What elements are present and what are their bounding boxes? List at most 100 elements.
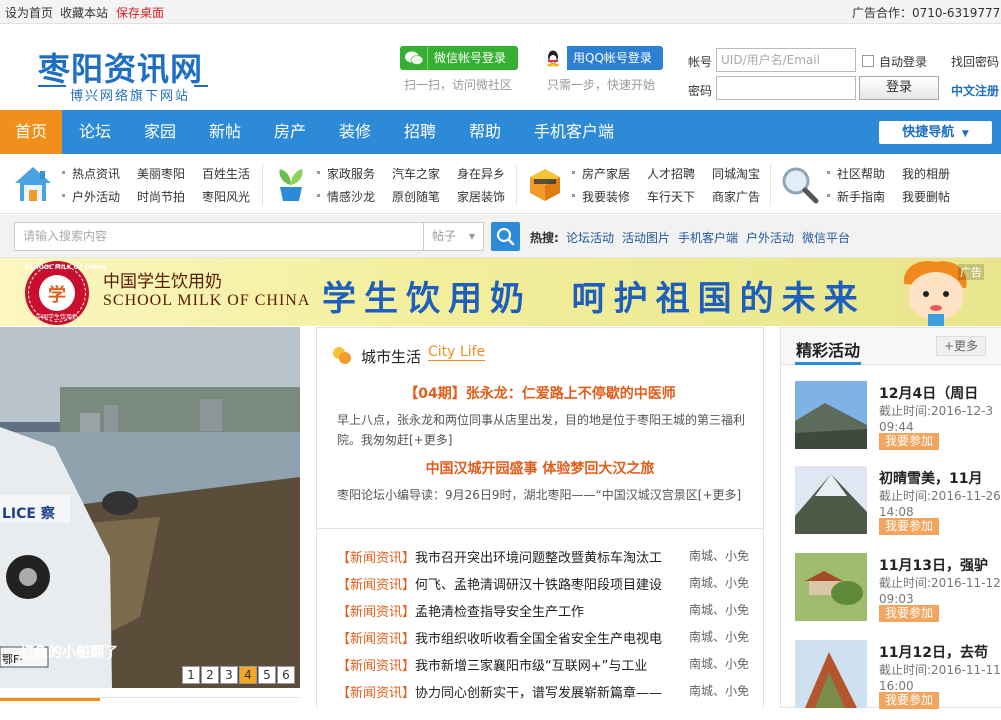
activity-thumbnail (795, 466, 867, 534)
activity-item[interactable]: 11月12日，去苟 截止时间:2016-11-11 16:00 我要参加 (795, 640, 1001, 720)
auto-login-label: 自动登录 (879, 55, 928, 69)
nav-decoration[interactable]: 装修 (339, 110, 371, 154)
news-tag: 【新闻资讯】 (337, 605, 416, 620)
sublink-recruitment[interactable]: 人才招聘 (647, 165, 695, 182)
news-row[interactable]: 【新闻资讯】我市新增三家襄阳市级“互联网+”与工业 南城、小免 (337, 655, 757, 675)
qq-login-button[interactable]: 用QQ帐号登录 (539, 46, 663, 70)
hot-link-forum-activity[interactable]: 论坛活动 (566, 229, 614, 246)
banner-cn-text: 中国学生饮用奶 (103, 272, 222, 292)
register-link[interactable]: 中文注册 (951, 82, 999, 99)
set-home-link[interactable]: 设为首页 (5, 4, 53, 21)
sublink-local-shop[interactable]: 同城淘宝 (712, 165, 760, 182)
hot-link-activity-photos[interactable]: 活动图片 (622, 229, 670, 246)
sublink-auto[interactable]: 汽车之家 (392, 165, 440, 182)
auto-login-checkbox[interactable] (862, 55, 874, 67)
search-input[interactable]: 请输入搜索内容 (14, 222, 424, 251)
password-input[interactable] (716, 76, 856, 100)
nav-home[interactable]: 首页 (0, 110, 62, 154)
quick-nav-dropdown[interactable]: 快捷导航 ▼ (879, 121, 992, 144)
news-row[interactable]: 【新闻资讯】协力同心创新实干，谱写发展崭新篇章—— 南城、小免 (337, 682, 757, 702)
hot-link-wechat-platform[interactable]: 微信平台 (802, 229, 850, 246)
join-activity-button[interactable]: 我要参加 (879, 605, 939, 622)
sublink-community-help[interactable]: 社区帮助 (837, 165, 885, 182)
nav-help[interactable]: 帮助 (469, 110, 501, 154)
sublink-housekeeping[interactable]: 家政服务 (327, 165, 375, 182)
forgot-password-link[interactable]: 找回密码 (951, 53, 999, 70)
news-title: 协力同心创新实干，谱写发展崭新篇章—— (415, 686, 663, 701)
police-text: LICE 察 (2, 506, 55, 522)
search-button[interactable] (491, 222, 520, 251)
activity-item[interactable]: 12月4日（周日 截止时间:2016-12-3 09:44 我要参加 (795, 381, 1000, 461)
slider-page-3[interactable]: 3 (220, 666, 238, 684)
sublink-hot-news[interactable]: 热点资讯 (72, 165, 120, 182)
search-scope-select[interactable]: 帖子 ▼ (424, 222, 484, 251)
activities-title-underline (795, 362, 861, 365)
wechat-login-button[interactable]: 微信帐号登录 (400, 46, 518, 70)
sublink-newbie-guide[interactable]: 新手指南 (837, 188, 885, 205)
sublink-delete-post[interactable]: 我要删帖 (902, 188, 950, 205)
nav-home-space[interactable]: 家园 (144, 110, 176, 154)
sub-nav: 热点资讯 美丽枣阳 百姓生活 户外活动 时尚节拍 枣阳风光 家政服务 汽车之家 … (0, 154, 1001, 214)
nav-mobile-client[interactable]: 手机客户端 (534, 110, 614, 154)
banner-ad[interactable]: SCHOOL MILK OF CHINA 学 中国学生饮用奶 中国学生饮用奶 S… (0, 258, 1001, 326)
nav-forum[interactable]: 论坛 (79, 110, 111, 154)
slider-page-2[interactable]: 2 (201, 666, 219, 684)
account-input[interactable]: UID/用户名/Email (716, 48, 856, 72)
nav-new-posts[interactable]: 新帖 (209, 110, 241, 154)
hot-link-outdoor[interactable]: 户外活动 (746, 229, 794, 246)
nav-real-estate[interactable]: 房产 (274, 110, 306, 154)
sublink-essays[interactable]: 原创随笔 (392, 188, 440, 205)
news-author: 南城、小免 (689, 603, 750, 617)
logo-subtitle: 博兴网络旗下网站 (66, 85, 195, 104)
wechat-hint: 扫一扫，访问微社区 (404, 78, 513, 92)
sublink-far-away[interactable]: 身在异乡 (457, 165, 505, 182)
hot-link-mobile-client[interactable]: 手机客户端 (678, 229, 738, 246)
sublink-merchant-ads[interactable]: 商家广告 (712, 188, 760, 205)
slider-page-5[interactable]: 5 (258, 666, 276, 684)
photo-slider[interactable]: LICE 察 鄂F· 打鱼的小船翻了 1 2 3 4 5 6 (0, 327, 300, 688)
city-life-headline-2[interactable]: 中国汉城开园盛事 体验梦回大汉之旅 (317, 458, 763, 478)
news-row[interactable]: 【新闻资讯】我市召开突出环境问题整改暨黄标车淘汰工 南城、小免 (337, 547, 757, 567)
slider-page-1[interactable]: 1 (182, 666, 200, 684)
news-author: 南城、小免 (689, 630, 750, 644)
sublink-emotion[interactable]: 情感沙龙 (327, 188, 375, 205)
sublink-beautiful-zaoyang[interactable]: 美丽枣阳 (137, 165, 185, 182)
slider-page-6[interactable]: 6 (277, 666, 295, 684)
news-row[interactable]: 【新闻资讯】孟艳清检查指导安全生产工作 南城、小免 (337, 601, 757, 621)
sublink-property[interactable]: 房产家居 (582, 165, 630, 182)
login-button[interactable]: 登录 (859, 76, 939, 100)
header: 枣阳资讯网 博兴网络旗下网站 微信帐号登录 扫一扫，访问微社区 用QQ帐号登录 … (0, 25, 1001, 109)
join-activity-button[interactable]: 我要参加 (879, 518, 939, 535)
activity-item[interactable]: 初晴雪美，11月 截止时间:2016-11-26 14:08 我要参加 (795, 466, 1001, 546)
city-life-title-en: City Life (428, 344, 486, 361)
panel-divider (317, 528, 763, 529)
join-activity-button[interactable]: 我要参加 (879, 433, 939, 450)
bullet-dot (317, 171, 320, 174)
city-life-headline-1[interactable]: 【04期】张永龙：仁爱路上不停歇的中医师 (317, 383, 763, 403)
sublink-home-decor[interactable]: 家居装饰 (457, 188, 505, 205)
save-desktop-link[interactable]: 保存桌面 (116, 4, 164, 21)
slider-caption[interactable]: 打鱼的小船翻了 (20, 642, 118, 662)
sublink-scenery[interactable]: 枣阳风光 (202, 188, 250, 205)
site-logo[interactable]: 枣阳资讯网 (38, 44, 203, 90)
sublink-outdoor[interactable]: 户外活动 (72, 188, 120, 205)
sublink-my-album[interactable]: 我的相册 (902, 165, 950, 182)
sublink-people-life[interactable]: 百姓生活 (202, 165, 250, 182)
sublink-cars[interactable]: 车行天下 (647, 188, 695, 205)
sublink-renovate[interactable]: 我要装修 (582, 188, 630, 205)
activities-more-button[interactable]: +更多 (936, 336, 986, 356)
bookmark-link[interactable]: 收藏本站 (60, 4, 108, 21)
activities-panel: 精彩活动 +更多 12月4日（周日 截止时间:2016-12-3 09:44 我… (780, 327, 1001, 709)
activity-deadline: 截止时间:2016-12-3 09:44 (879, 404, 994, 434)
join-activity-button[interactable]: 我要参加 (879, 692, 939, 709)
sublink-fashion[interactable]: 时尚节拍 (137, 188, 185, 205)
nav-jobs[interactable]: 招聘 (404, 110, 436, 154)
news-row[interactable]: 【新闻资讯】何飞、孟艳清调研汉十铁路枣阳段项目建设 南城、小免 (337, 574, 757, 594)
seal-top-text: SCHOOL MILK OF CHINA (25, 264, 107, 271)
hot-search-label: 热搜: (530, 231, 559, 245)
activity-deadline: 截止时间:2016-11-11 16:00 (879, 663, 1001, 693)
activity-item[interactable]: 11月13日，强驴 截止时间:2016-11-12 09:03 我要参加 (795, 553, 1001, 633)
seal-bottom-text: 中国学生饮用奶 (35, 314, 78, 321)
slider-page-4[interactable]: 4 (239, 666, 257, 684)
news-row[interactable]: 【新闻资讯】我市组织收听收看全国全省安全生产电视电 南城、小免 (337, 628, 757, 648)
